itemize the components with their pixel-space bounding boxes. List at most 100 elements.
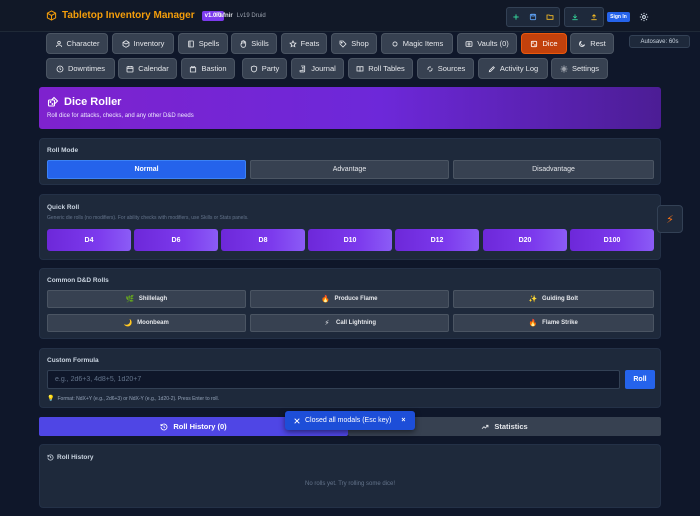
calendar-icon (126, 65, 134, 72)
lightning-icon: ⚡ (324, 320, 330, 327)
file-toolbar (506, 7, 560, 27)
d20-button[interactable]: D20 (483, 229, 567, 251)
leaf-icon: 🌿 (125, 296, 135, 303)
folder-icon (546, 14, 554, 20)
shillelagh-button[interactable]: 🌿 Shillelagh (47, 290, 246, 308)
nav-label: Magic Items (402, 39, 444, 48)
nav-inventory[interactable]: Inventory (112, 33, 174, 54)
section-title: Roll Mode (47, 147, 79, 154)
mode-disadvantage-button[interactable]: Disadvantage (453, 160, 654, 179)
d8-button[interactable]: D8 (221, 229, 305, 251)
nav-calendar[interactable]: Calendar (118, 58, 177, 79)
dice-icon (531, 40, 538, 47)
table-book-icon (356, 65, 364, 72)
nav-label: Rest (590, 39, 606, 48)
nav-character[interactable]: Character (46, 33, 108, 54)
nav-shop[interactable]: Shop (331, 33, 377, 54)
nav-label: Dice (542, 39, 558, 48)
dice-icon (47, 96, 59, 107)
dice-roller-header: Dice Roller Roll dice for attacks, check… (39, 87, 661, 129)
format-hint: 💡 Format: NdX+Y (e.g., 2d6+3) or NdX-Y (… (47, 395, 219, 403)
nav-label: Sources (437, 64, 466, 73)
roll-label: Moonbeam (137, 320, 169, 326)
mode-advantage-button[interactable]: Advantage (250, 160, 449, 179)
nav-label: Shop (351, 39, 369, 48)
nav-dice[interactable]: Dice (521, 33, 567, 54)
nav-rest[interactable]: Rest (570, 33, 614, 54)
open-button[interactable] (542, 8, 559, 26)
nav-downtimes[interactable]: Downtimes (46, 58, 115, 79)
character-meta: Lv19 Druid (236, 13, 266, 19)
lightning-icon[interactable]: ⚡ (657, 205, 683, 233)
nav-sources[interactable]: Sources (417, 58, 474, 79)
nav-label: Skills (251, 39, 269, 48)
flame-strike-button[interactable]: 🔥 Flame Strike (453, 314, 654, 332)
gear-icon[interactable] (639, 12, 649, 22)
plus-icon (512, 14, 519, 20)
upload-button[interactable] (584, 8, 603, 26)
nav-vaults[interactable]: Vaults (0) (457, 33, 517, 54)
nav-feats[interactable]: Feats (281, 33, 327, 54)
nav-label: Inventory (133, 39, 165, 48)
quick-roll-panel: Quick Roll Generic die rolls (no modifie… (39, 194, 661, 260)
roll-button[interactable]: Roll (625, 370, 655, 389)
roll-history-panel: Roll History No rolls yet. Try rolling s… (39, 444, 661, 508)
download-button[interactable] (565, 8, 584, 26)
moonbeam-button[interactable]: 🌙 Moonbeam (47, 314, 246, 332)
roll-mode-panel: Roll Mode Normal Advantage Disadvantage (39, 138, 661, 185)
d100-button[interactable]: D100 (570, 229, 654, 251)
section-title: Quick Roll (47, 204, 80, 211)
roll-label: Guiding Bolt (542, 296, 578, 302)
roll-label: Call Lightning (336, 320, 376, 326)
clock-icon (56, 65, 64, 72)
scroll-icon (299, 65, 306, 72)
download-icon (571, 14, 578, 21)
nav-label: Calendar (138, 64, 169, 73)
nav-label: Bastion (201, 64, 227, 73)
nav-activity-log[interactable]: Activity Log (478, 58, 548, 79)
save-icon (529, 13, 537, 21)
toast-notification: Closed all modals (Esc key) × (285, 411, 415, 430)
save-button[interactable] (524, 8, 541, 26)
close-modals-icon (294, 417, 300, 424)
nav-label: Spells (198, 39, 220, 48)
app-title: Tabletop Inventory Manager (62, 10, 195, 21)
nav-roll-tables[interactable]: Roll Tables (348, 58, 413, 79)
d4-button[interactable]: D4 (47, 229, 131, 251)
upload-icon (590, 14, 597, 21)
sync-toolbar (564, 7, 604, 27)
section-title: Common D&D Rolls (47, 277, 109, 284)
nav-label: Feats (300, 39, 320, 48)
character-name: Fafnir (216, 13, 233, 19)
nav-label: Journal (311, 64, 336, 73)
brand: Tabletop Inventory Manager v1.0.0 (46, 10, 225, 21)
guiding-bolt-button[interactable]: ✨ Guiding Bolt (453, 290, 654, 308)
formula-input[interactable] (47, 370, 620, 389)
mode-normal-button[interactable]: Normal (47, 160, 246, 179)
sign-in-button[interactable]: Sign In (607, 12, 630, 22)
nav-bastion[interactable]: Bastion (181, 58, 235, 79)
vault-icon (465, 40, 473, 47)
nav-journal[interactable]: Journal (291, 58, 344, 79)
nav-label: Character (66, 39, 100, 48)
produce-flame-button[interactable]: 🔥 Produce Flame (250, 290, 449, 308)
d12-button[interactable]: D12 (395, 229, 479, 251)
nav-label: Downtimes (67, 64, 106, 73)
character-info: Fafnir Lv19 Druid (216, 13, 266, 19)
d6-button[interactable]: D6 (134, 229, 218, 251)
tag-icon (339, 40, 347, 48)
book-icon (188, 40, 194, 47)
toast-close-button[interactable]: × (401, 417, 405, 424)
nav-skills[interactable]: Skills (231, 33, 277, 54)
nav-party[interactable]: Party (242, 58, 287, 79)
nav-settings[interactable]: Settings (551, 58, 608, 79)
sparkle-icon (391, 40, 398, 47)
call-lightning-button[interactable]: ⚡ Call Lightning (250, 314, 449, 332)
toast-text: Closed all modals (Esc key) (305, 417, 392, 424)
nav-spells[interactable]: Spells (178, 33, 228, 54)
nav-magic-items[interactable]: Magic Items (381, 33, 453, 54)
page-subtitle: Roll dice for attacks, checks, and any o… (47, 113, 194, 119)
shield-icon (250, 65, 257, 72)
d10-button[interactable]: D10 (308, 229, 392, 251)
add-button[interactable] (507, 8, 524, 26)
